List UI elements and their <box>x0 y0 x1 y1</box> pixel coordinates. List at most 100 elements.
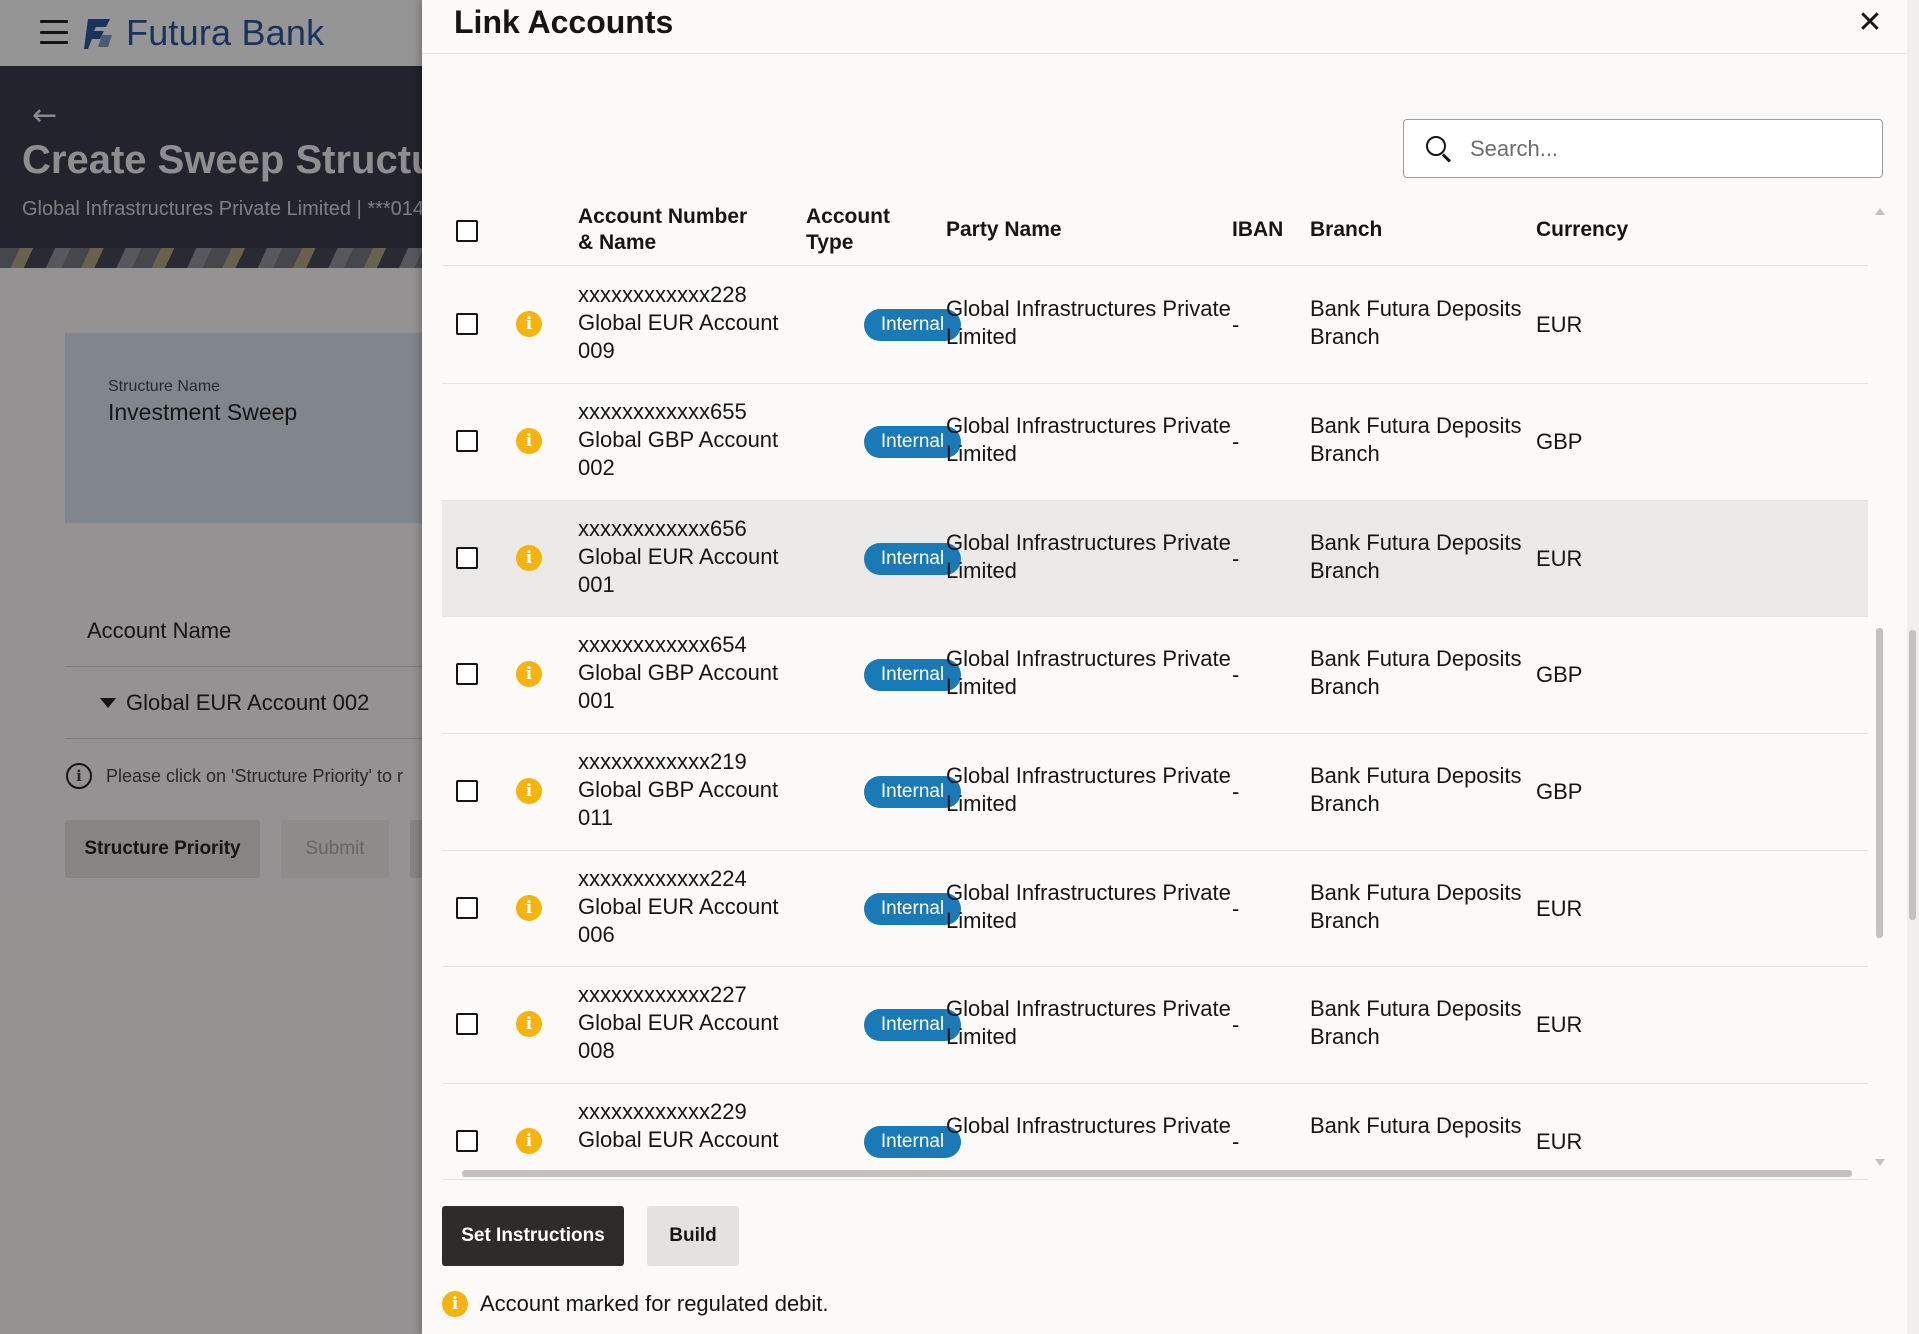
column-header-account[interactable]: Account Number & Name <box>578 204 768 256</box>
party-name: Global Infrastructures Private <box>946 530 1231 555</box>
table-row[interactable]: i xxxxxxxxxxxx228 Global EUR Account 009 Int… <box>442 267 1868 384</box>
row-checkbox[interactable] <box>456 313 478 335</box>
warning-icon: i <box>516 311 542 337</box>
party-name: Global Infrastructures Private <box>946 1113 1231 1138</box>
currency: EUR <box>1536 546 1583 571</box>
currency: EUR <box>1536 1012 1583 1037</box>
table-row[interactable]: i xxxxxxxxxxxx227 Global EUR Account 008 Int… <box>442 967 1868 1084</box>
close-icon[interactable]: ✕ <box>1855 8 1885 38</box>
account-suffix: 011 <box>578 805 614 830</box>
account-name: Global EUR Account <box>578 310 779 335</box>
select-all-checkbox[interactable] <box>456 220 478 242</box>
account-suffix: 001 <box>578 688 615 713</box>
row-checkbox[interactable] <box>456 1013 478 1035</box>
warning-icon: i <box>442 1291 468 1317</box>
table-row[interactable]: i xxxxxxxxxxxx219 Global GBP Account 011 Int… <box>442 734 1868 851</box>
currency: GBP <box>1536 662 1583 687</box>
scroll-thumb[interactable] <box>1876 628 1883 938</box>
warning-icon: i <box>516 428 542 454</box>
account-name: Global GBP Account <box>578 660 779 685</box>
horizontal-scrollbar[interactable] <box>452 1166 1862 1180</box>
account-suffix: 001 <box>578 572 615 597</box>
row-checkbox[interactable] <box>456 430 478 452</box>
warning-icon: i <box>516 1128 542 1154</box>
account-number: xxxxxxxxxxxx219 <box>578 749 747 774</box>
iban: - <box>1232 1012 1240 1037</box>
currency: GBP <box>1536 779 1583 804</box>
warning-icon: i <box>516 778 542 804</box>
column-header-party-name[interactable]: Party Name <box>946 217 1062 243</box>
column-header-currency[interactable]: Currency <box>1536 217 1628 243</box>
account-suffix: 009 <box>578 338 615 363</box>
row-checkbox[interactable] <box>456 1130 478 1152</box>
account-name: Global GBP Account <box>578 427 779 452</box>
party-name-line2: Limited <box>946 674 1017 699</box>
account-number: xxxxxxxxxxxx228 <box>578 282 747 307</box>
table-header: Account Number & Name Account Type Party… <box>442 196 1868 266</box>
row-checkbox[interactable] <box>456 663 478 685</box>
iban: - <box>1232 896 1240 921</box>
account-number: xxxxxxxxxxxx229 <box>578 1099 747 1124</box>
iban: - <box>1232 1129 1240 1154</box>
account-name: Global EUR Account <box>578 1010 779 1035</box>
table-row[interactable]: i xxxxxxxxxxxx224 Global EUR Account 006 Int… <box>442 851 1868 967</box>
branch: Bank Futura Deposits <box>1310 1113 1522 1138</box>
set-instructions-button[interactable]: Set Instructions <box>442 1206 624 1266</box>
iban: - <box>1232 662 1240 687</box>
row-checkbox[interactable] <box>456 780 478 802</box>
column-header-account-type[interactable]: Account Type <box>806 204 906 256</box>
iban: - <box>1232 546 1240 571</box>
branch: Bank Futura Deposits <box>1310 296 1522 321</box>
drawer-title: Link Accounts <box>454 4 674 40</box>
account-suffix: 006 <box>578 922 615 947</box>
branch-line2: Branch <box>1310 441 1380 466</box>
table-row[interactable]: i xxxxxxxxxxxx654 Global GBP Account 001 Int… <box>442 617 1868 734</box>
column-header-branch[interactable]: Branch <box>1310 217 1382 243</box>
row-checkbox[interactable] <box>456 897 478 919</box>
search-input[interactable] <box>1470 135 1870 162</box>
party-name: Global Infrastructures Private <box>946 646 1231 671</box>
party-name-line2: Limited <box>946 441 1017 466</box>
row-checkbox[interactable] <box>456 547 478 569</box>
scroll-down-icon[interactable] <box>1875 1159 1885 1166</box>
party-name: Global Infrastructures Private <box>946 763 1231 788</box>
account-name: Global EUR Account <box>578 1127 779 1152</box>
currency: GBP <box>1536 429 1583 454</box>
legend-text: Account marked for regulated debit. <box>480 1291 829 1316</box>
page-scrollbar[interactable] <box>1907 0 1919 1334</box>
column-header-iban[interactable]: IBAN <box>1232 217 1283 243</box>
scroll-thumb[interactable] <box>1909 630 1916 920</box>
party-name-line2: Limited <box>946 324 1017 349</box>
currency: EUR <box>1536 312 1583 337</box>
iban: - <box>1232 779 1240 804</box>
branch: Bank Futura Deposits <box>1310 996 1522 1021</box>
branch-line2: Branch <box>1310 674 1380 699</box>
account-suffix: 002 <box>578 455 615 480</box>
accounts-table: Account Number & Name Account Type Party… <box>442 196 1882 1180</box>
drawer-header: Link Accounts ✕ <box>422 0 1907 54</box>
warning-icon: i <box>516 661 542 687</box>
build-button[interactable]: Build <box>647 1206 739 1266</box>
party-name-line2: Limited <box>946 558 1017 583</box>
party-name-line2: Limited <box>946 908 1017 933</box>
table-row[interactable]: i xxxxxxxxxxxx656 Global EUR Account 001 Int… <box>442 501 1868 617</box>
vertical-scrollbar[interactable] <box>1872 208 1886 1166</box>
table-row[interactable]: i xxxxxxxxxxxx655 Global GBP Account 002 Int… <box>442 384 1868 501</box>
account-suffix: 008 <box>578 1038 615 1063</box>
party-name: Global Infrastructures Private <box>946 413 1231 438</box>
account-number: xxxxxxxxxxxx654 <box>578 632 747 657</box>
scroll-up-icon[interactable] <box>1875 208 1885 215</box>
legend: i Account marked for regulated debit. <box>442 1291 829 1317</box>
branch-line2: Branch <box>1310 908 1380 933</box>
iban: - <box>1232 312 1240 337</box>
branch-line2: Branch <box>1310 1024 1380 1049</box>
account-number: xxxxxxxxxxxx656 <box>578 516 747 541</box>
branch: Bank Futura Deposits <box>1310 646 1522 671</box>
search-box[interactable] <box>1403 119 1883 178</box>
scroll-thumb[interactable] <box>462 1170 1852 1177</box>
branch-line2: Branch <box>1310 791 1380 816</box>
branch: Bank Futura Deposits <box>1310 880 1522 905</box>
link-accounts-drawer: Link Accounts ✕ Account Number & Name Ac… <box>422 0 1907 1334</box>
party-name: Global Infrastructures Private <box>946 880 1231 905</box>
account-number: xxxxxxxxxxxx227 <box>578 982 747 1007</box>
